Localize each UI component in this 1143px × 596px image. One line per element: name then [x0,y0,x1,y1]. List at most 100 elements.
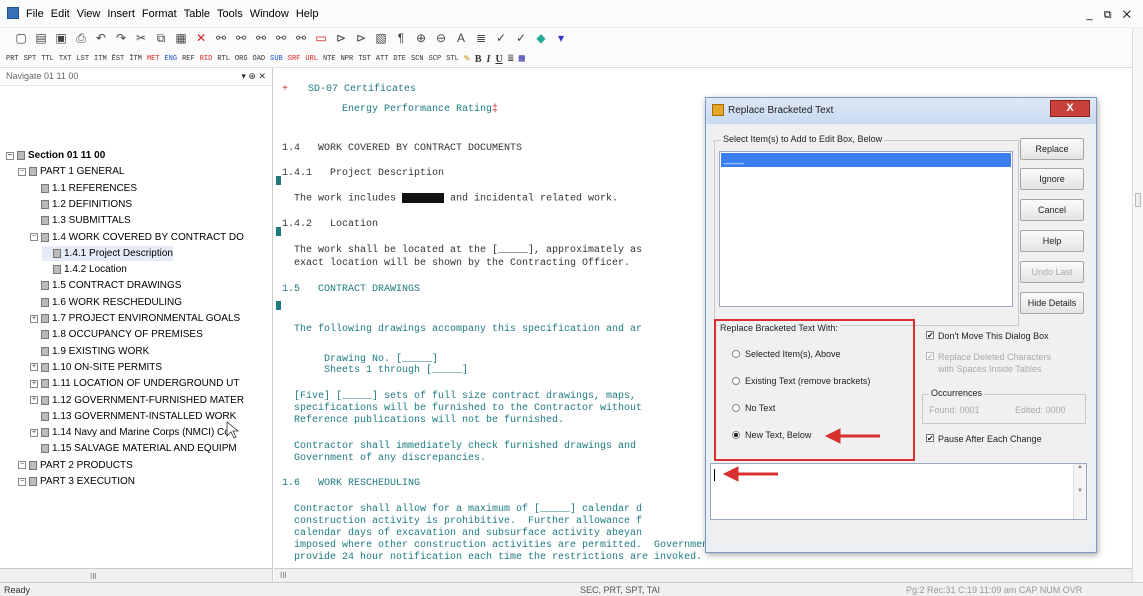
tag-spt-button[interactable]: SPT [24,55,37,63]
font-size-icon[interactable]: A [454,31,468,45]
close-button[interactable]: X [1050,100,1090,117]
tree-item[interactable]: +1.6 WORK RESCHEDULING [30,295,182,310]
checkbox-box[interactable]: ✔ [926,352,934,361]
pause-checkbox[interactable]: ✔ Pause After Each Change [926,434,1042,444]
tag-nte-button[interactable]: NTE [323,55,336,63]
tag-att-button[interactable]: ATT [376,55,389,63]
find-next-icon[interactable]: ⚯ [254,31,268,45]
tag-sub-button[interactable]: SUB [270,55,283,63]
tag-txt-button[interactable]: TXT [59,55,72,63]
new-document-icon[interactable]: ▢ [14,31,28,45]
undo-icon[interactable]: ↶ [94,31,108,45]
tree-item[interactable]: +1.11 LOCATION OF UNDERGROUND UT [30,376,239,391]
menu-edit[interactable]: Edit [51,8,70,20]
cancel-button[interactable]: Cancel [1020,199,1084,221]
tag-next-icon[interactable]: ⊳ [354,31,368,45]
document-hscroll[interactable]: III [274,568,1132,582]
expand-icon[interactable]: − [18,477,26,486]
tag-ref-button[interactable]: REF [182,55,195,63]
tag-itm-end-button[interactable]: ĪTM [129,55,142,63]
replace-deleted-checkbox[interactable]: ✔ Replace Deleted Characters with Spaces I… [926,352,1051,374]
menu-window[interactable]: Window [250,8,289,20]
window-controls[interactable]: _ ⧉ ✕ [1087,9,1135,22]
tree-item[interactable]: − 1.4 WORK COVERED BY CONTRACT DO [30,230,244,245]
expand-icon[interactable]: − [6,151,14,160]
tmf-icon[interactable]: ▭ [314,31,328,45]
tree-item[interactable]: − PART 2 PRODUCTS [18,458,133,473]
check-icon[interactable]: ✓ [494,31,508,45]
tree-item[interactable]: +1.8 OCCUPANCY OF PREMISES [30,327,203,342]
pencil-icon[interactable]: ✎ [464,53,470,65]
tag-stl-button[interactable]: STL [446,55,459,63]
redo-icon[interactable]: ↷ [114,31,128,45]
help-button[interactable]: Help [1020,230,1084,252]
zoom-in-icon[interactable]: ⊕ [414,31,428,45]
expand-icon[interactable]: + [30,379,38,388]
tag-itm-button[interactable]: ITM [94,55,107,63]
tag-scp-button[interactable]: SCP [429,55,442,63]
tag-icon[interactable]: ⊳ [334,31,348,45]
tree-item[interactable]: +1.3 SUBMITTALS [30,213,131,228]
expand-icon[interactable]: + [30,428,38,437]
tag-lst-button[interactable]: LST [76,55,89,63]
bold-button[interactable]: B [475,54,482,65]
tree-item[interactable]: +1.9 EXISTING WORK [30,344,149,359]
items-listbox[interactable]: ____ [719,151,1013,307]
check-purple-icon[interactable]: ✓ [514,31,528,45]
list-icon[interactable]: ≣ [474,31,488,45]
checkbox-box[interactable]: ✔ [926,331,934,340]
tree-item[interactable]: +1.14 Navy and Marine Corps (NMCI) Co [30,425,230,440]
tag-npr-button[interactable]: NPR [341,55,354,63]
menu-view[interactable]: View [77,8,101,20]
expand-icon[interactable]: + [30,396,38,404]
scroll-grip[interactable]: III [280,571,287,580]
spell-icon[interactable]: ▧ [374,31,388,45]
tag-prt-button[interactable]: PRT [6,55,19,63]
tree-item[interactable]: +1.5 CONTRACT DRAWINGS [30,278,181,293]
dialog-titlebar[interactable]: Replace Bracketed Text X [706,98,1096,124]
tree-item[interactable]: +1.10 ON-SITE PERMITS [30,360,162,375]
delete-icon[interactable]: ✕ [194,31,208,45]
tree-item[interactable]: +1.15 SALVAGE MATERIAL AND EQUIPM [30,441,237,456]
editbox-scrollbar[interactable]: ▲ ▼ [1073,464,1086,519]
tree-item[interactable]: +1.13 GOVERNMENT-INSTALLED WORK [30,409,236,424]
list-item[interactable]: ____ [721,153,1011,167]
menu-format[interactable]: Format [142,8,177,20]
navigator-hscroll[interactable]: III [0,568,272,582]
tree-item[interactable]: − PART 1 GENERAL [18,164,124,179]
tag-ttl-button[interactable]: TTL [41,55,54,63]
tag-eng-button[interactable]: ENG [164,55,177,63]
menu-table[interactable]: Table [184,8,210,20]
align-icon[interactable]: ≣ [508,53,514,65]
table-icon[interactable]: ▦ [519,53,525,65]
copy-icon[interactable]: ⧉ [154,31,168,45]
print-icon[interactable]: ⎙ [74,31,88,45]
dont-move-checkbox[interactable]: ✔ Don't Move This Dialog Box [926,331,1049,341]
expand-icon[interactable]: − [30,233,38,241]
arrow-down-icon[interactable]: ▾ [554,31,568,45]
menu-tools[interactable]: Tools [217,8,243,20]
save-icon[interactable]: ▣ [54,31,68,45]
tag-lst-end-button[interactable]: ĒST [112,55,125,63]
checkbox-box[interactable]: ✔ [926,434,934,443]
diamond-icon[interactable]: ◆ [534,31,548,45]
menu-file[interactable]: File [26,8,44,20]
hide-details-button[interactable]: Hide Details [1020,292,1084,314]
expand-icon[interactable]: − [18,167,26,176]
pin-close-icon[interactable]: ▾ ⊕ ✕ [241,71,266,82]
zoom-out-icon[interactable]: ⊖ [434,31,448,45]
tag-srf-button[interactable]: SRF [288,55,301,63]
open-folder-icon[interactable]: ▤ [34,31,48,45]
cut-icon[interactable]: ✂ [134,31,148,45]
tag-oad-button[interactable]: OAD [253,55,266,63]
paragraph-icon[interactable]: ¶ [394,31,408,45]
tag-rtl-button[interactable]: RTL [217,55,230,63]
menu-insert[interactable]: Insert [107,8,135,20]
tree-item[interactable]: +1.2 DEFINITIONS [30,197,132,212]
find-all-icon[interactable]: ⚯ [294,31,308,45]
tree-item[interactable]: +1.7 PROJECT ENVIRONMENTAL GOALS [30,311,240,326]
binoculars-icon[interactable]: ⚯ [214,31,228,45]
expand-icon[interactable]: + [30,314,38,323]
tree-item[interactable]: +1.1 REFERENCES [30,181,137,196]
menu-help[interactable]: Help [296,8,319,20]
